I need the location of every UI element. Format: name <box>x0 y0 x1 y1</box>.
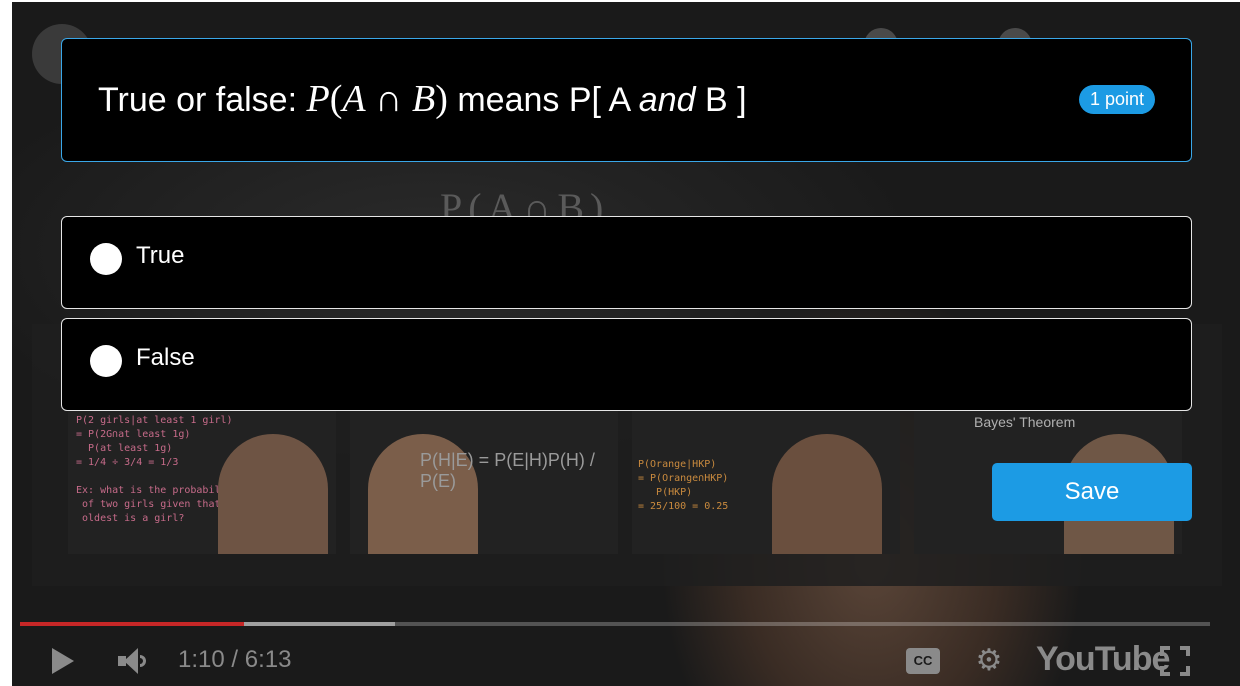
progress-played <box>20 622 244 626</box>
save-button[interactable]: Save <box>992 463 1192 521</box>
youtube-logo[interactable]: YouTube <box>1036 640 1170 679</box>
question-card: True or false: P(A ∩ B) means P[ A and B… <box>61 38 1192 162</box>
answer-option-false[interactable]: False <box>61 318 1192 411</box>
fullscreen-icon[interactable] <box>1160 646 1190 676</box>
suggestion-thumbnail[interactable]: P(2 girls|at least 1 girl) = P(2G∩at leas… <box>68 408 336 554</box>
settings-gear-icon[interactable]: ⚙ <box>974 646 1004 676</box>
play-icon[interactable] <box>52 648 74 674</box>
thumbnail-formula: P(H|E) = P(E|H)P(H) / P(E) <box>420 450 595 491</box>
time-display: 1:10 / 6:13 <box>178 646 292 673</box>
answer-option-true[interactable]: True <box>61 216 1192 309</box>
thumbnail-formula: Bayes' Theorem <box>974 414 1076 430</box>
suggestion-thumbnail[interactable]: P(H|E) = P(E|H)P(H) / P(E) <box>350 408 618 554</box>
question-text: True or false: P(A ∩ B) means P[ A and B… <box>98 78 747 120</box>
volume-icon[interactable] <box>118 648 148 674</box>
suggestion-thumbnail[interactable]: P(Orange|HKP) = P(Orange∩HKP) P(HKP) = 25/… <box>632 408 900 554</box>
captions-button[interactable]: CC <box>906 648 940 674</box>
option-label: False <box>136 344 195 371</box>
radio-button[interactable] <box>90 345 122 377</box>
radio-button[interactable] <box>90 243 122 275</box>
points-badge: 1 point <box>1078 85 1155 114</box>
progress-bar[interactable] <box>20 622 1210 626</box>
option-label: True <box>136 242 185 269</box>
